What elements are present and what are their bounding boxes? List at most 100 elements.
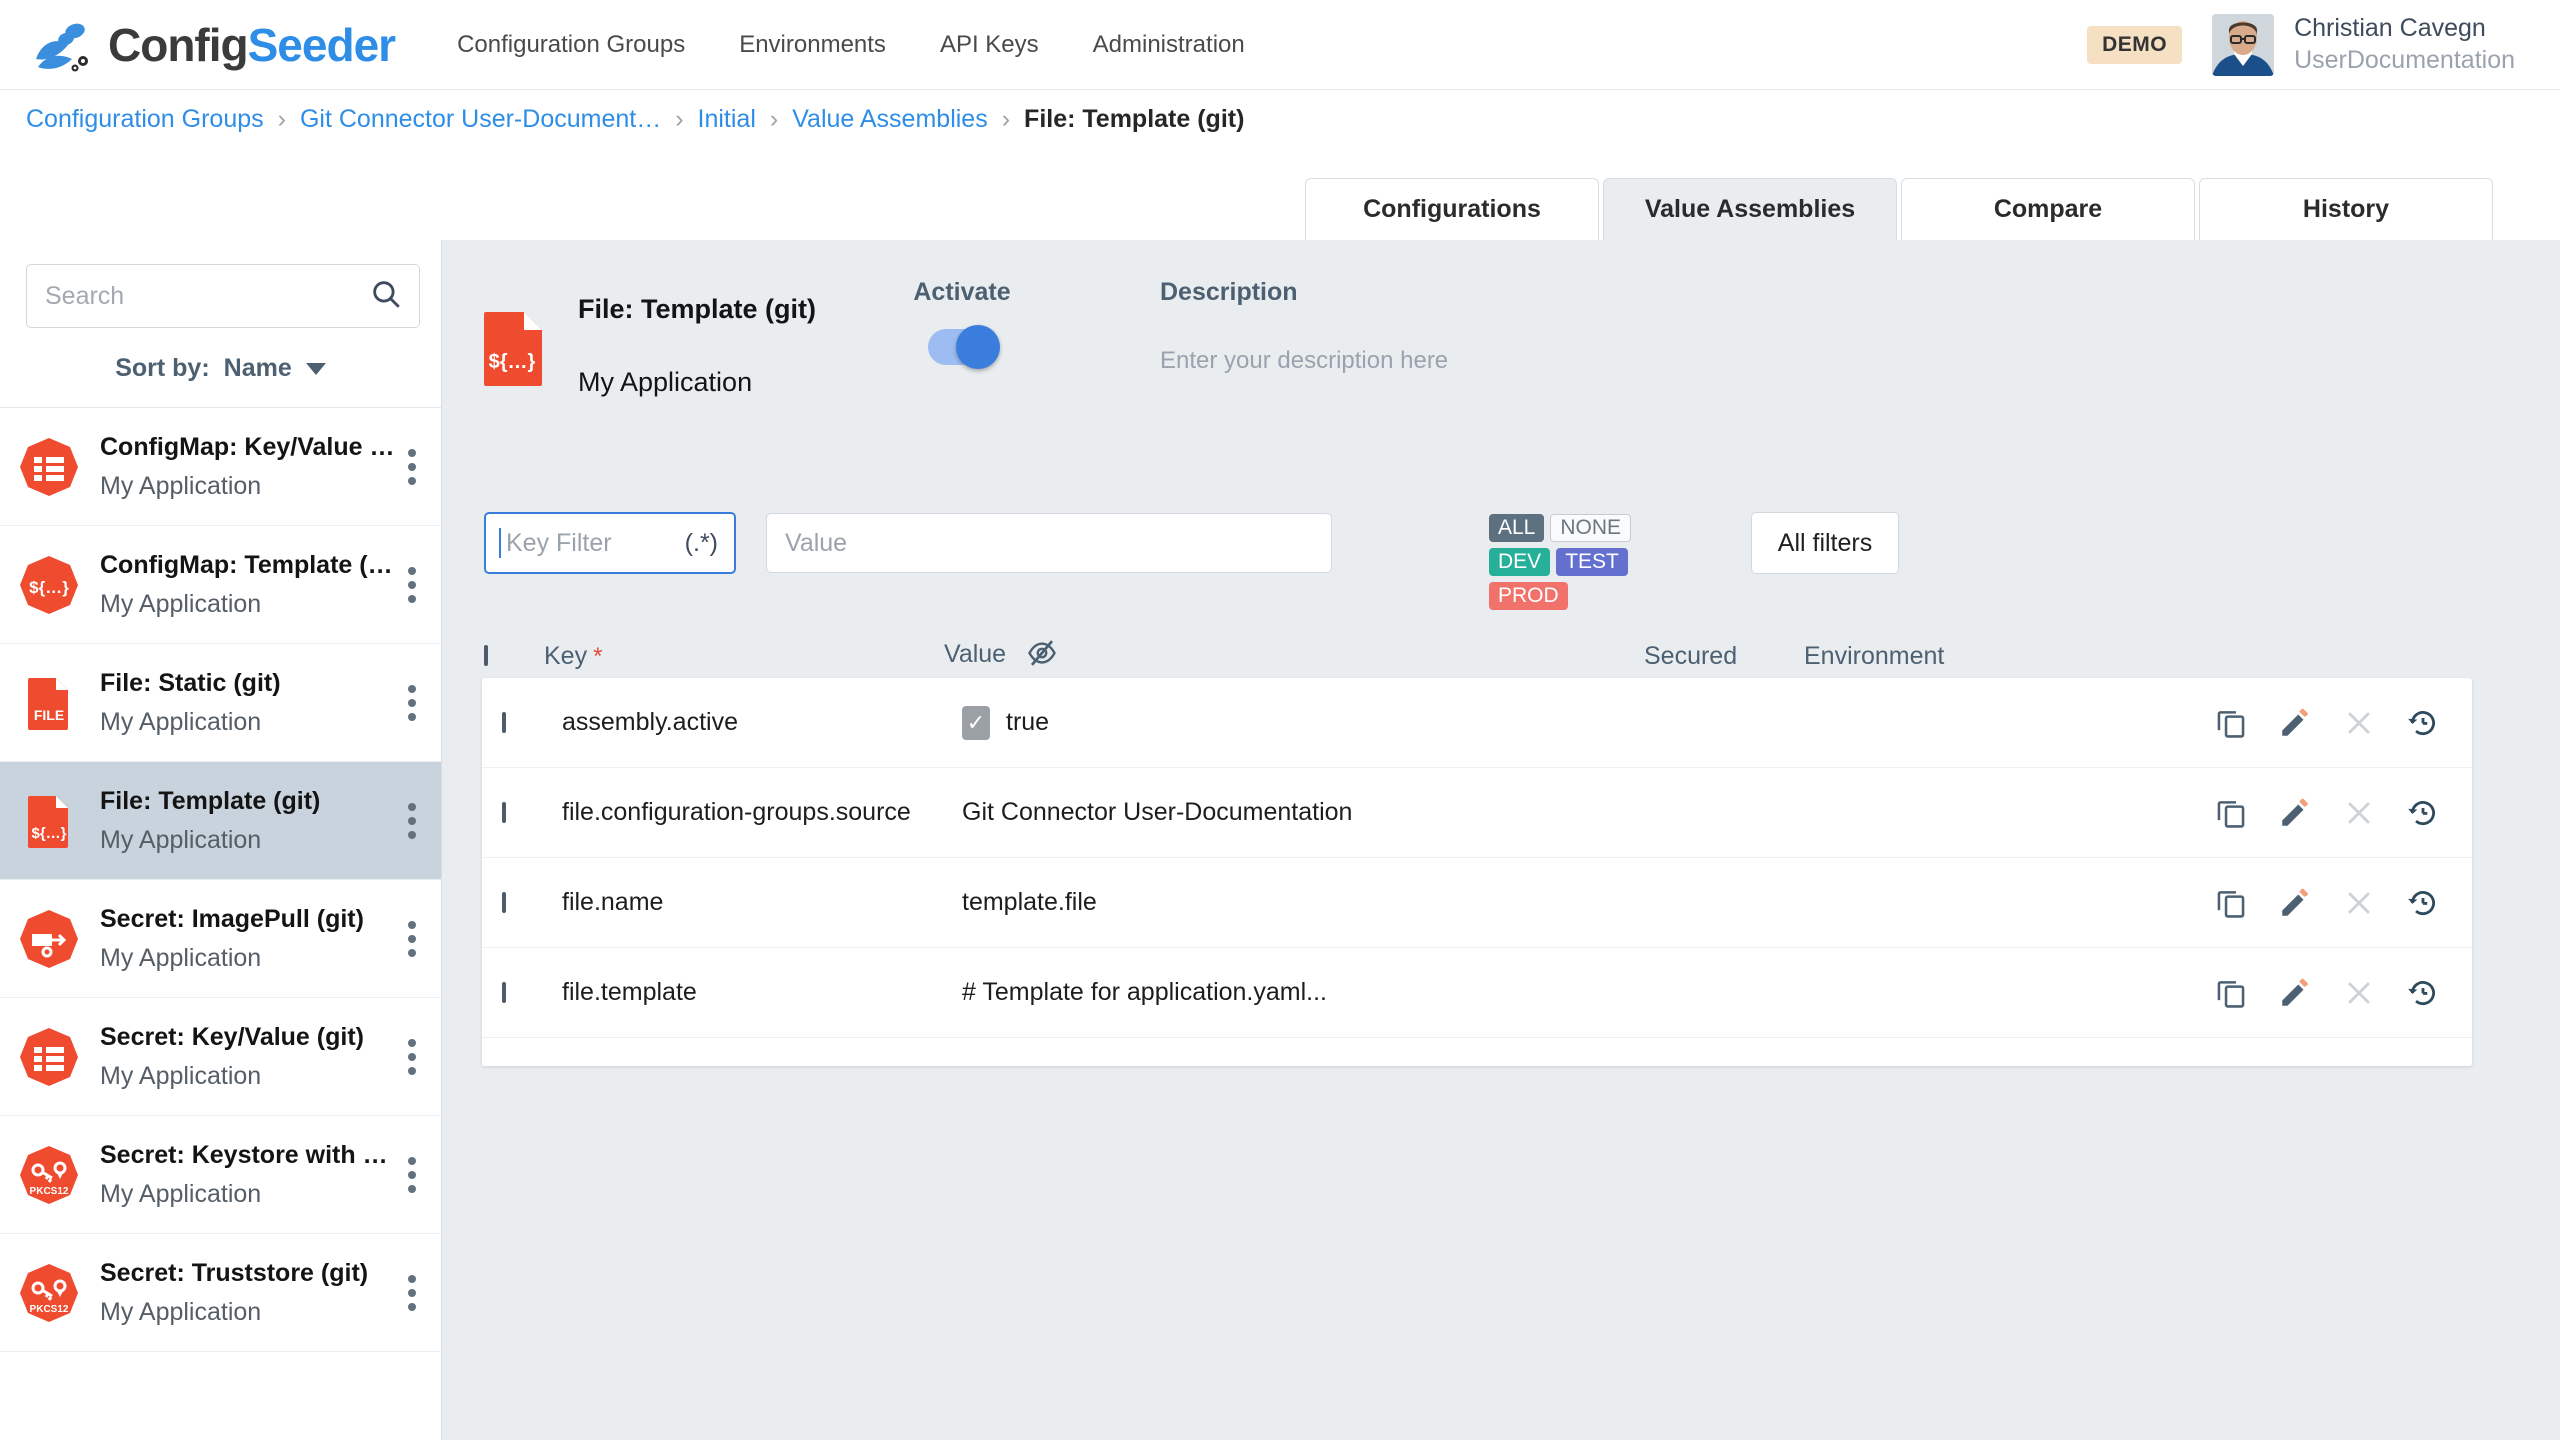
- key-filter-input[interactable]: Key Filter (.*): [484, 512, 736, 574]
- list-item-menu-icon[interactable]: [397, 1156, 427, 1193]
- breadcrumb-item-value-assemblies[interactable]: Value Assemblies: [792, 105, 987, 134]
- breadcrumb-separator-icon: ›: [769, 104, 779, 133]
- avatar: [2212, 13, 2275, 76]
- description-field: Description Enter your description here: [1160, 278, 1860, 375]
- cell-value: true: [962, 705, 1662, 740]
- search-icon[interactable]: [369, 277, 403, 316]
- list-item-subtitle: My Application: [100, 1061, 262, 1090]
- edit-icon[interactable]: [2276, 974, 2314, 1012]
- copy-icon[interactable]: [2212, 704, 2250, 742]
- list-item-subtitle: My Application: [100, 1179, 262, 1208]
- breadcrumb-item-configuration-groups[interactable]: Configuration Groups: [26, 105, 264, 134]
- breadcrumb-separator-icon: ›: [1001, 104, 1011, 133]
- list-item-subtitle: My Application: [100, 707, 262, 736]
- user-tenant: UserDocumentation: [2294, 45, 2515, 74]
- list-item[interactable]: ConfigMap: Key/Value … My Application: [0, 408, 441, 526]
- activate-label: Activate: [913, 278, 1011, 306]
- user-menu[interactable]: Christian Cavegn UserDocumentation: [2212, 13, 2515, 76]
- list-item-menu-icon[interactable]: [397, 684, 427, 721]
- chevron-down-icon[interactable]: [305, 362, 326, 375]
- sort-control[interactable]: Sort by: Name: [0, 328, 441, 408]
- env-tag-all[interactable]: ALL: [1489, 514, 1545, 542]
- nav-item-environments[interactable]: Environments: [739, 31, 886, 59]
- list-item-menu-icon[interactable]: [397, 1274, 427, 1311]
- brand-logo[interactable]: ConfigSeeder: [28, 15, 396, 75]
- list-item-menu-icon[interactable]: [397, 802, 427, 839]
- env-tag-dev[interactable]: DEV: [1489, 548, 1551, 576]
- values-table: assembly.active true: [482, 678, 2472, 1066]
- page-subtitle: My Application: [578, 367, 753, 397]
- search-input[interactable]: [43, 280, 369, 312]
- value-filter-placeholder: Value: [785, 528, 848, 557]
- configmap-keyvalue-icon: [18, 436, 80, 498]
- history-icon[interactable]: [2404, 884, 2442, 922]
- history-icon[interactable]: [2404, 974, 2442, 1012]
- history-icon[interactable]: [2404, 704, 2442, 742]
- list-item-menu-icon[interactable]: [397, 1038, 427, 1075]
- table-row[interactable]: assembly.active true: [482, 678, 2472, 768]
- tab-compare[interactable]: Compare: [1901, 178, 2195, 240]
- tab-configurations[interactable]: Configurations: [1305, 178, 1599, 240]
- value-filter-input[interactable]: Value: [766, 513, 1332, 573]
- svg-text:${…}: ${…}: [29, 578, 69, 597]
- row-checkbox[interactable]: [502, 711, 506, 733]
- list-item[interactable]: PKCS12 Secret: Keystore with … My Applic…: [0, 1116, 441, 1234]
- value-boolean-checkbox[interactable]: [962, 705, 990, 740]
- tab-history[interactable]: History: [2199, 178, 2493, 240]
- edit-icon[interactable]: [2276, 884, 2314, 922]
- search-box[interactable]: [26, 264, 420, 328]
- file-static-icon: FILE: [18, 672, 80, 734]
- eye-off-icon[interactable]: [1027, 638, 1057, 675]
- breadcrumb-item-initial[interactable]: Initial: [698, 105, 756, 134]
- nav-item-administration[interactable]: Administration: [1093, 31, 1245, 59]
- sort-value: Name: [223, 354, 292, 382]
- row-checkbox[interactable]: [502, 891, 506, 913]
- row-checkbox[interactable]: [502, 981, 506, 1003]
- list-item-menu-icon[interactable]: [397, 448, 427, 485]
- breadcrumb-item-git-connector[interactable]: Git Connector User-Document…: [300, 105, 661, 134]
- table-empty-space: [482, 1038, 2472, 1066]
- column-header-key[interactable]: Key *: [544, 642, 944, 671]
- activate-toggle[interactable]: [928, 325, 1000, 369]
- list-item[interactable]: ${…} ConfigMap: Template (… My Applicati…: [0, 526, 441, 644]
- brand-name: ConfigSeeder: [108, 18, 396, 72]
- copy-icon[interactable]: [2212, 974, 2250, 1012]
- list-item-menu-icon[interactable]: [397, 920, 427, 957]
- configmap-template-icon: ${…}: [18, 554, 80, 616]
- secret-keyvalue-icon: [18, 1026, 80, 1088]
- svg-text:PKCS12: PKCS12: [30, 1186, 69, 1197]
- edit-icon[interactable]: [2276, 704, 2314, 742]
- tab-value-assemblies[interactable]: Value Assemblies: [1603, 178, 1897, 240]
- list-item-subtitle: My Application: [100, 1297, 262, 1326]
- breadcrumb-item-current: File: Template (git): [1024, 104, 1245, 133]
- env-tag-test[interactable]: TEST: [1556, 548, 1628, 576]
- edit-icon[interactable]: [2276, 794, 2314, 832]
- table-row[interactable]: file.template # Template for application…: [482, 948, 2472, 1038]
- table-row[interactable]: file.name template.file: [482, 858, 2472, 948]
- list-item[interactable]: Secret: Key/Value (git) My Application: [0, 998, 441, 1116]
- list-item[interactable]: FILE File: Static (git) My Application: [0, 644, 441, 762]
- key-filter-placeholder: Key Filter: [506, 528, 612, 557]
- cell-value: Git Connector User-Documentation: [962, 798, 1353, 826]
- list-item-subtitle: My Application: [100, 471, 262, 500]
- secret-imagepull-icon: [18, 908, 80, 970]
- row-checkbox[interactable]: [502, 801, 506, 823]
- env-tag-prod[interactable]: PROD: [1489, 582, 1568, 610]
- nav-item-api-keys[interactable]: API Keys: [940, 31, 1039, 59]
- copy-icon[interactable]: [2212, 884, 2250, 922]
- description-input[interactable]: Enter your description here: [1160, 347, 1860, 375]
- list-item[interactable]: PKCS12 Secret: Truststore (git) My Appli…: [0, 1234, 441, 1352]
- copy-icon[interactable]: [2212, 794, 2250, 832]
- all-filters-button[interactable]: All filters: [1751, 512, 1899, 574]
- list-item[interactable]: Secret: ImagePull (git) My Application: [0, 880, 441, 998]
- select-all-checkbox[interactable]: [484, 645, 488, 666]
- list-item-selected[interactable]: ${…} File: Template (git) My Application: [0, 762, 441, 880]
- env-tag-none[interactable]: NONE: [1550, 514, 1632, 542]
- history-icon[interactable]: [2404, 794, 2442, 832]
- list-item-title: Secret: Truststore (git): [100, 1258, 369, 1287]
- svg-text:${…}: ${…}: [489, 351, 536, 373]
- column-header-value[interactable]: Value: [944, 638, 1644, 675]
- table-row[interactable]: file.configuration-groups.source Git Con…: [482, 768, 2472, 858]
- list-item-menu-icon[interactable]: [397, 566, 427, 603]
- nav-item-configuration-groups[interactable]: Configuration Groups: [457, 31, 685, 59]
